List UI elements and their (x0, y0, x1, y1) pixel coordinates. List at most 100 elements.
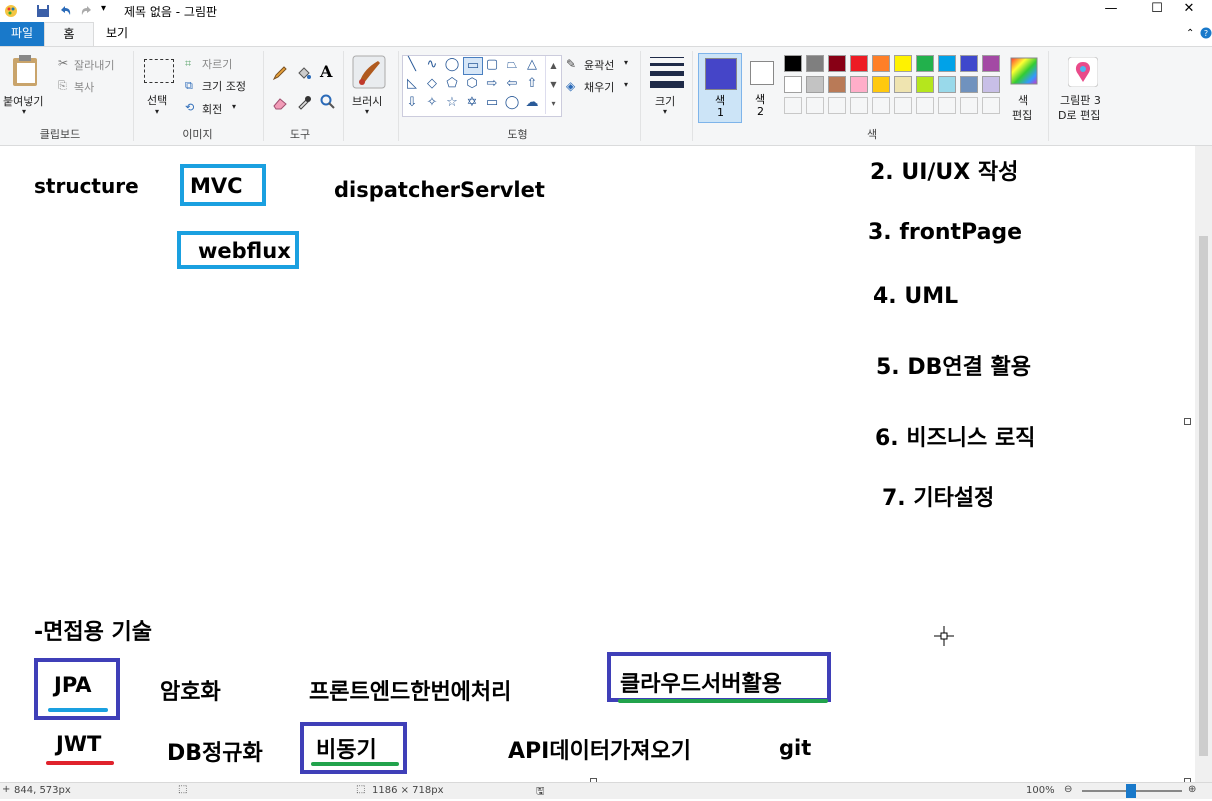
polygon-shape-icon[interactable]: ⏢ (503, 57, 521, 73)
arrow-down-shape-icon[interactable]: ⇩ (403, 95, 421, 111)
canvas-resize-handle-right[interactable] (1184, 418, 1191, 425)
palette-swatch[interactable] (894, 76, 912, 93)
paste-icon[interactable] (10, 55, 40, 91)
rotate-icon[interactable]: ⟲ (185, 101, 194, 114)
paint-app-icon[interactable] (4, 3, 18, 17)
fill-button[interactable]: 채우기 (584, 79, 614, 95)
palette-swatch[interactable] (916, 97, 934, 114)
magnifier-icon[interactable] (320, 94, 336, 114)
resize-button[interactable]: 크기 조정 (202, 78, 246, 94)
help-icon[interactable]: ? (1200, 25, 1212, 44)
palette-swatch[interactable] (828, 55, 846, 72)
paint3d-label-b[interactable]: D로 편집 (1058, 107, 1100, 123)
copy-button[interactable]: 복사 (74, 79, 94, 95)
fill-icon[interactable]: ◈ (566, 79, 575, 93)
edit-colors-icon[interactable] (1010, 57, 1038, 89)
quick-access-dropdown[interactable]: ▾ (101, 3, 106, 14)
palette-swatch[interactable] (982, 55, 1000, 72)
rectangle-shape-icon[interactable]: ▭ (463, 57, 483, 75)
brushes-dropdown[interactable]: ▾ (365, 107, 369, 116)
hexagon-shape-icon[interactable]: ⬡ (463, 76, 481, 92)
undo-icon[interactable] (58, 3, 72, 22)
palette-swatch[interactable] (850, 97, 868, 114)
palette-swatch[interactable] (872, 55, 890, 72)
color2-button[interactable]: 색 2 (748, 53, 776, 123)
zoom-out-icon[interactable]: ⊖ (1064, 784, 1072, 795)
brush-icon[interactable] (352, 55, 388, 93)
palette-swatch[interactable] (982, 97, 1000, 114)
close-button[interactable]: ✕ (1166, 0, 1212, 22)
fill-bucket-icon[interactable] (296, 65, 312, 85)
callout-oval-shape-icon[interactable]: ◯ (503, 95, 521, 111)
curve-shape-icon[interactable]: ∿ (423, 57, 441, 73)
select-dropdown[interactable]: ▾ (155, 107, 159, 116)
palette-swatch[interactable] (938, 76, 956, 93)
paint3d-icon[interactable] (1067, 56, 1099, 91)
resize-icon[interactable]: ⧉ (185, 79, 193, 93)
canvas[interactable]: structure MVC dispatcherServlet webflux … (0, 146, 1212, 785)
shapes-scroll[interactable]: ▲ ▼ ▾ (545, 56, 561, 114)
palette-swatch[interactable] (828, 97, 846, 114)
rotate-dropdown[interactable]: ▾ (232, 102, 236, 111)
chevron-up-icon[interactable]: ⌃ (1186, 28, 1194, 39)
diamond-shape-icon[interactable]: ◇ (423, 76, 441, 92)
crop-icon[interactable]: ⌗ (185, 57, 191, 71)
palette-swatch[interactable] (982, 76, 1000, 93)
rotate-button[interactable]: 회전 (202, 101, 222, 117)
edit-colors-label-b[interactable]: 편집 (1012, 107, 1032, 123)
paint3d-label-a[interactable]: 그림판 3 (1060, 92, 1101, 108)
palette-swatch[interactable] (960, 55, 978, 72)
cut-icon[interactable]: ✂ (58, 56, 68, 70)
palette-swatch[interactable] (960, 97, 978, 114)
palette-swatch[interactable] (784, 97, 802, 114)
paste-dropdown[interactable]: ▾ (22, 107, 26, 116)
pentagon-shape-icon[interactable]: ⬠ (443, 76, 461, 92)
palette-swatch[interactable] (872, 97, 890, 114)
tab-home[interactable]: 홈 (44, 22, 94, 46)
arrow-right-shape-icon[interactable]: ⇨ (483, 76, 501, 92)
eraser-icon[interactable] (272, 95, 288, 114)
palette-swatch[interactable] (894, 97, 912, 114)
palette-swatch[interactable] (872, 76, 890, 93)
triangle-shape-icon[interactable]: △ (523, 57, 541, 73)
palette-swatch[interactable] (828, 76, 846, 93)
palette-swatch[interactable] (938, 55, 956, 72)
palette-swatch[interactable] (960, 76, 978, 93)
select-button[interactable]: 선택 (147, 92, 167, 108)
redo-icon[interactable] (80, 3, 94, 22)
palette-swatch[interactable] (894, 55, 912, 72)
star4-shape-icon[interactable]: ✧ (423, 95, 441, 111)
palette-swatch[interactable] (784, 76, 802, 93)
arrow-left-shape-icon[interactable]: ⇦ (503, 76, 521, 92)
palette-swatch[interactable] (806, 97, 824, 114)
palette-swatch[interactable] (784, 55, 802, 72)
pencil-icon[interactable] (272, 65, 288, 85)
outline-button[interactable]: 윤곽선 (584, 57, 614, 73)
copy-icon[interactable]: ⎘ (58, 79, 67, 93)
shapes-gallery[interactable]: ╲ ∿ ◯ ▭ ▢ ⏢ △ ◺ ◇ ⬠ ⬡ ⇨ ⇦ ⇧ ⇩ ✧ ☆ ✡ ▭ ◯ … (402, 55, 562, 117)
rounded-rect-shape-icon[interactable]: ▢ (483, 57, 501, 73)
oval-shape-icon[interactable]: ◯ (443, 57, 461, 73)
right-triangle-shape-icon[interactable]: ◺ (403, 76, 421, 92)
text-tool-icon[interactable]: A (320, 62, 332, 81)
size-dropdown[interactable]: ▾ (663, 107, 667, 116)
palette-swatch[interactable] (938, 97, 956, 114)
palette-swatch[interactable] (806, 76, 824, 93)
zoom-in-icon[interactable]: ⊕ (1188, 784, 1196, 795)
scrollbar-thumb[interactable] (1199, 236, 1208, 756)
save-icon[interactable] (36, 3, 50, 22)
star5-shape-icon[interactable]: ☆ (443, 95, 461, 111)
palette-swatch[interactable] (806, 55, 824, 72)
zoom-slider[interactable] (1082, 784, 1182, 798)
zoom-slider-thumb[interactable] (1126, 784, 1136, 798)
cut-button[interactable]: 잘라내기 (74, 57, 114, 73)
size-icon[interactable] (650, 57, 684, 88)
outline-icon[interactable]: ✎ (566, 57, 576, 71)
edit-colors-label-a[interactable]: 색 (1018, 92, 1028, 108)
palette-swatch[interactable] (850, 76, 868, 93)
crop-button[interactable]: 자르기 (202, 56, 232, 72)
palette-swatch[interactable] (916, 55, 934, 72)
callout-rect-shape-icon[interactable]: ▭ (483, 95, 501, 111)
outline-dropdown[interactable]: ▾ (624, 58, 628, 67)
star6-shape-icon[interactable]: ✡ (463, 95, 481, 111)
